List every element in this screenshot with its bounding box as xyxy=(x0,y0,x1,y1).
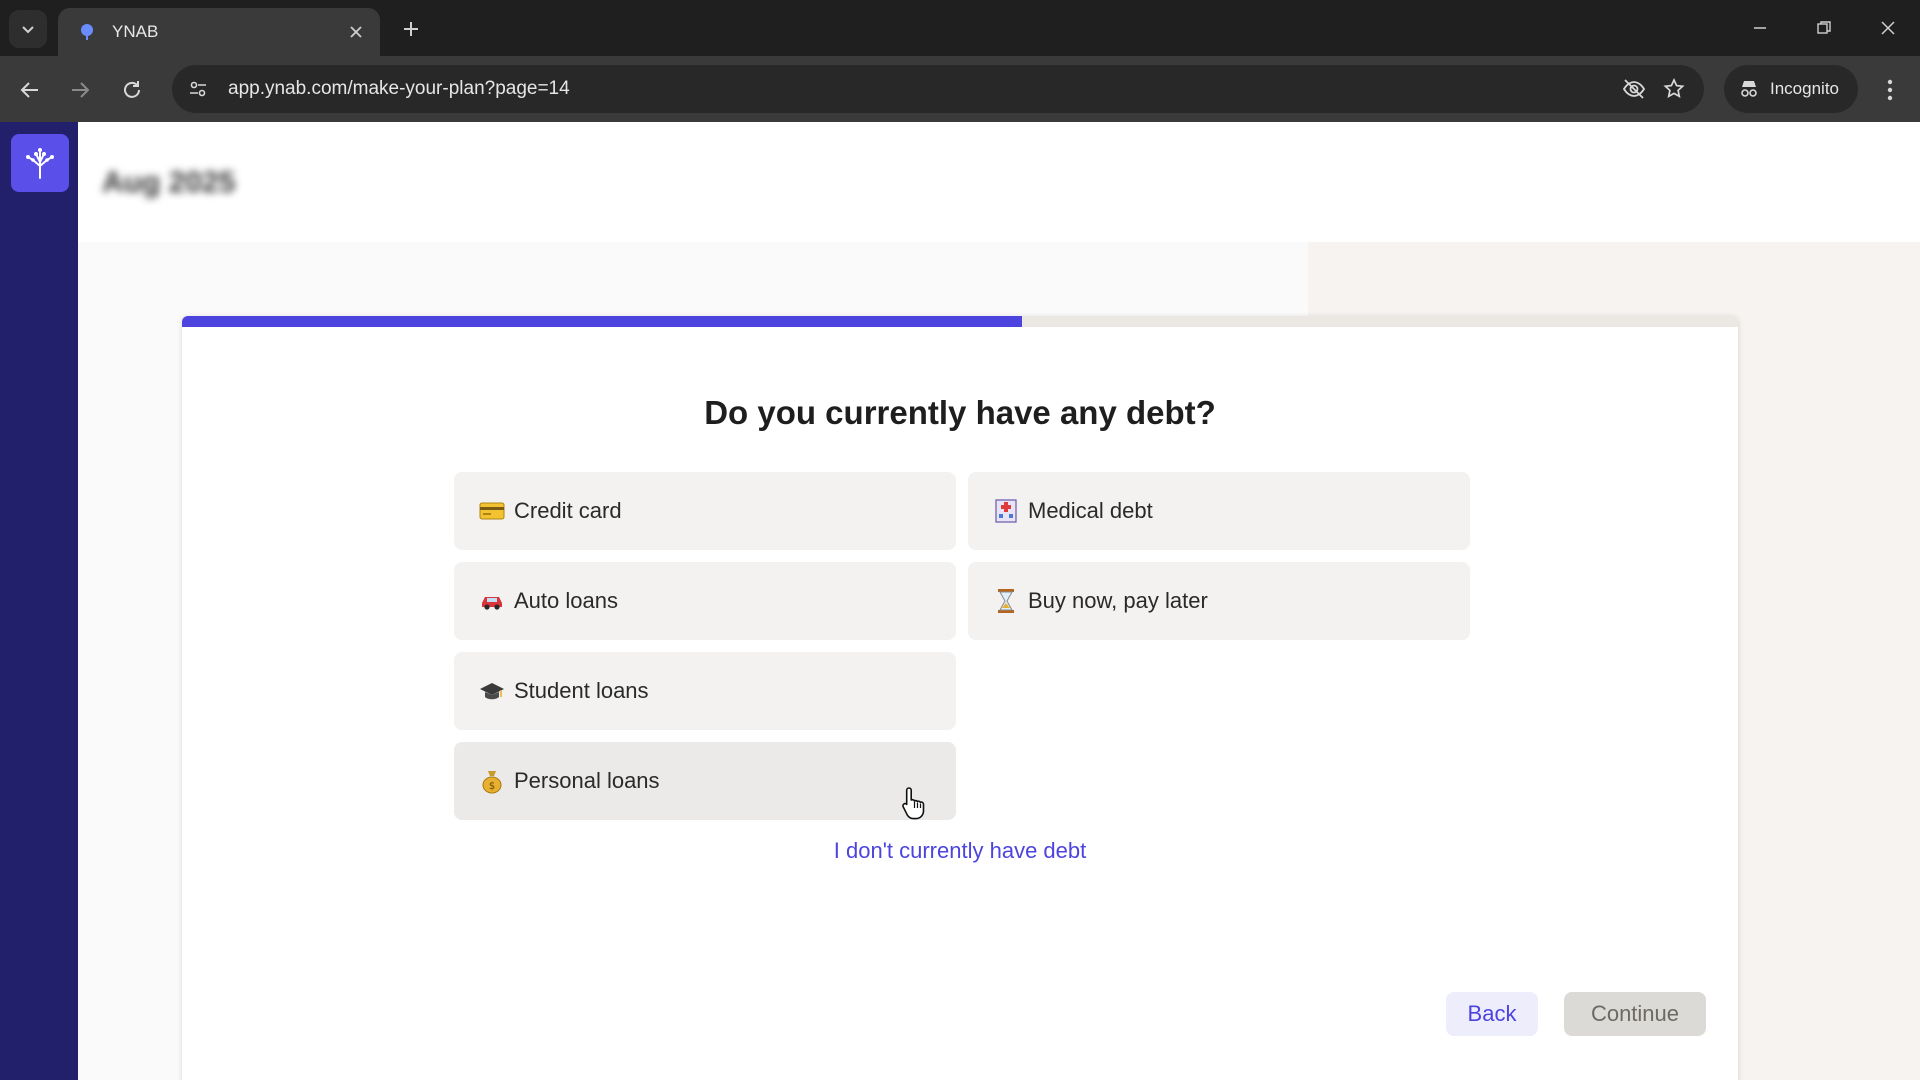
close-window-icon[interactable] xyxy=(1868,10,1908,46)
more-menu-icon[interactable] xyxy=(1872,72,1908,108)
tab-title: YNAB xyxy=(112,22,159,41)
browser-tab-bar: YNAB xyxy=(0,0,1920,56)
forward-arrow-icon[interactable] xyxy=(62,72,98,108)
restore-icon[interactable] xyxy=(1804,10,1844,46)
option-label: Credit card xyxy=(514,498,622,523)
option-medical-debt[interactable]: Medical debt xyxy=(968,472,1470,550)
new-tab-icon[interactable] xyxy=(396,14,426,44)
option-credit-card[interactable]: Credit card xyxy=(454,472,956,550)
app-sidebar xyxy=(0,122,78,1080)
back-arrow-icon[interactable] xyxy=(12,72,48,108)
url-text: app.ynab.com/make-your-plan?page=14 xyxy=(228,78,570,99)
site-settings-icon[interactable] xyxy=(180,71,216,107)
incognito-indicator[interactable]: Incognito xyxy=(1724,65,1858,113)
close-tab-icon[interactable] xyxy=(344,20,368,44)
browser-tab[interactable]: YNAB xyxy=(58,8,380,56)
ynab-tree-logo-icon xyxy=(26,148,54,179)
car-icon xyxy=(478,587,506,615)
ynab-logo-button[interactable] xyxy=(11,134,69,192)
hospital-icon xyxy=(992,497,1020,525)
ynab-favicon-icon xyxy=(76,21,98,43)
question-title: Do you currently have any debt? xyxy=(704,394,1216,431)
option-label: Auto loans xyxy=(514,588,618,613)
option-student-loans[interactable]: Student loans xyxy=(454,652,956,730)
onboarding-modal: Do you currently have any debt? Credit c… xyxy=(182,316,1738,1080)
month-label: Aug 2025 xyxy=(102,166,236,199)
progress-bar-fill xyxy=(182,316,1023,327)
credit-card-icon xyxy=(478,497,506,525)
option-label: Student loans xyxy=(514,678,649,703)
browser-toolbar: app.ynab.com/make-your-plan?page=14 Inco… xyxy=(0,56,1920,122)
chevron-down-icon xyxy=(22,26,34,34)
option-auto-loans[interactable]: Auto loans xyxy=(454,562,956,640)
hourglass-icon xyxy=(992,587,1020,615)
hand-pointer-cursor-icon xyxy=(902,787,925,820)
bookmark-star-icon[interactable] xyxy=(1654,69,1694,109)
reload-icon[interactable] xyxy=(114,72,150,108)
option-personal-loans[interactable]: $ Personal loans xyxy=(454,742,956,820)
address-bar[interactable]: app.ynab.com/make-your-plan?page=14 xyxy=(172,65,1704,113)
incognito-label: Incognito xyxy=(1770,79,1839,98)
money-bag-icon: $ xyxy=(478,767,506,795)
option-label: Medical debt xyxy=(1028,498,1153,523)
option-buy-now-pay-later[interactable]: Buy now, pay later xyxy=(968,562,1470,640)
no-debt-link[interactable]: I don't currently have debt xyxy=(182,838,1738,864)
main-content: Aug 2025 Do you currently have any debt?… xyxy=(78,122,1920,1080)
incognito-icon xyxy=(1741,81,1757,97)
option-label: Personal loans xyxy=(514,768,660,793)
minimize-icon[interactable] xyxy=(1740,10,1780,46)
back-button[interactable]: Back xyxy=(1446,992,1538,1036)
continue-button[interactable]: Continue xyxy=(1564,992,1706,1036)
eye-off-icon[interactable] xyxy=(1614,69,1654,109)
tab-search-button[interactable] xyxy=(9,10,47,48)
progress-bar xyxy=(182,316,1738,327)
svg-text:$: $ xyxy=(489,781,495,792)
graduation-cap-icon xyxy=(478,677,506,705)
option-label: Buy now, pay later xyxy=(1028,588,1208,613)
